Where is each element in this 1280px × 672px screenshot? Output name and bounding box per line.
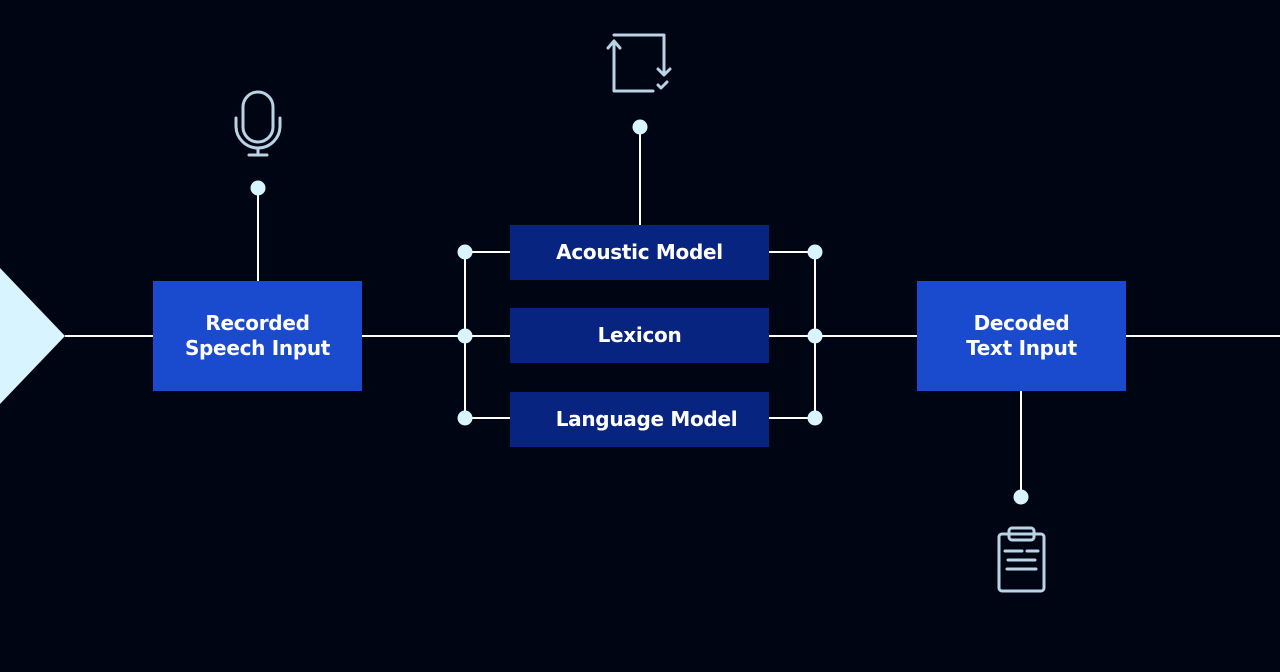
node-label: Lexicon [597,323,682,347]
node-label: Acoustic Model [556,240,723,264]
recorded-speech-input-node: Recorded Speech Input [153,281,362,391]
acoustic-model-node: Acoustic Model [510,225,769,280]
node-dot [807,410,823,426]
node-dot [632,119,648,135]
node-dot [457,244,473,260]
start-arrow [0,268,65,404]
node-label: Speech Input [184,336,331,360]
node-label: Decoded [973,311,1070,335]
node-dot [457,410,473,426]
node-label: Language Model [555,407,738,431]
node-dot [807,328,823,344]
node-label: Recorded [205,311,310,335]
node-dot [807,244,823,260]
node-dot [250,180,266,196]
node-dot [457,328,473,344]
decoded-text-input-node: Decoded Text Input [917,281,1126,391]
microphone-icon [234,90,282,157]
clipboard-icon [997,526,1046,593]
node-label: Text Input [966,336,1077,360]
node-dot [1013,489,1029,505]
loop-arrows-check-icon [606,33,672,93]
language-model-node: Language Model [510,392,769,447]
lexicon-node: Lexicon [510,308,769,363]
